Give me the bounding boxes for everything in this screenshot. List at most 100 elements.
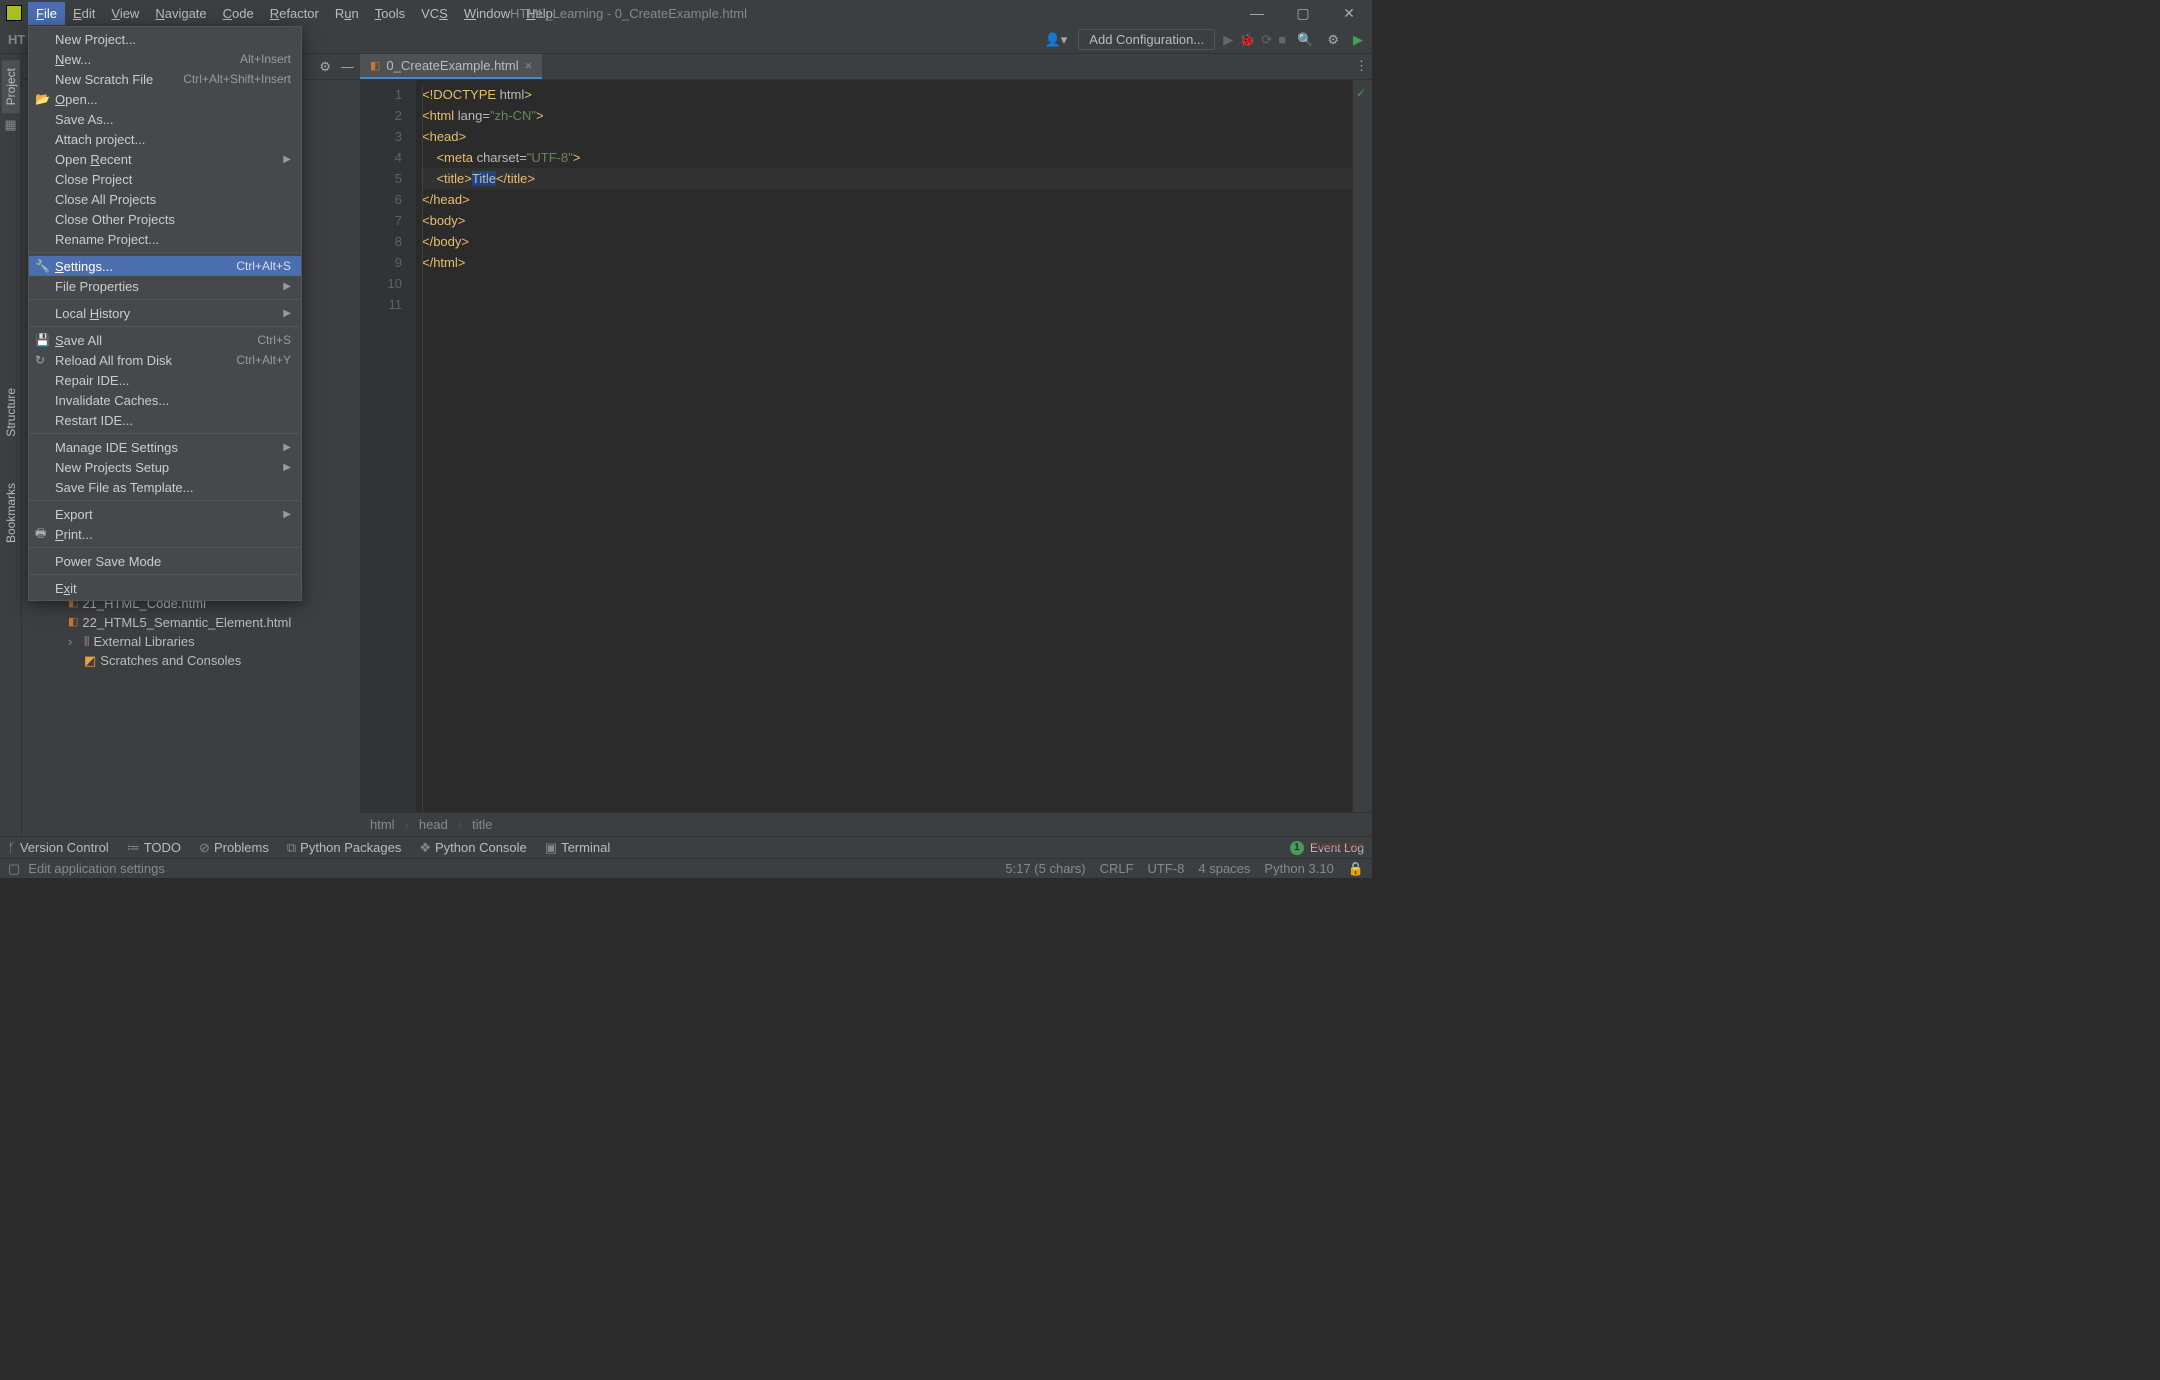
file-menu-file-properties[interactable]: File Properties▶ — [29, 276, 301, 296]
status-tool-window-icon[interactable]: ▢ — [8, 861, 20, 877]
editor-more-icon[interactable]: ⋮ — [1355, 58, 1368, 74]
tab-close-icon[interactable]: × — [525, 58, 533, 73]
menu-navigate[interactable]: Navigate — [147, 2, 214, 25]
editor-tab[interactable]: ◧ 0_CreateExample.html × — [360, 54, 542, 79]
problems-tool-tab[interactable]: ⊘Problems — [199, 840, 269, 856]
project-tree: ◧21_HTML_Code.html ◧22_HTML5_Semantic_El… — [68, 594, 291, 670]
project-settings-icon[interactable]: ⚙ — [319, 59, 331, 75]
file-menu-save-all[interactable]: 💾Save AllCtrl+S — [29, 330, 301, 350]
code-with-me-icon[interactable]: ▶ — [1350, 32, 1366, 48]
menu-tools[interactable]: Tools — [367, 2, 413, 25]
chevron-right-icon: ▶ — [283, 308, 291, 319]
menu-file[interactable]: File — [28, 2, 65, 25]
editor-tab-bar: ◧ 0_CreateExample.html × — [360, 54, 1372, 80]
python-console-tool-tab[interactable]: ❖Python Console — [419, 840, 526, 856]
file-menu-save-as[interactable]: Save As... — [29, 109, 301, 129]
file-menu-export[interactable]: Export▶ — [29, 504, 301, 524]
coverage-button[interactable]: ⟳ — [1261, 32, 1272, 48]
menu-view[interactable]: View — [103, 2, 147, 25]
bottom-tool-bar: ᚶVersion Control ≔TODO ⊘Problems ⧉Python… — [0, 836, 1372, 858]
analysis-ok-icon[interactable]: ✓ — [1356, 86, 1366, 100]
file-menu-exit[interactable]: Exit — [29, 578, 301, 598]
file-menu-local-history[interactable]: Local History▶ — [29, 303, 301, 323]
menu-run[interactable]: Run — [327, 2, 367, 25]
chevron-right-icon: ▶ — [283, 462, 291, 473]
file-menu-dropdown: New Project...New...Alt+InsertNew Scratc… — [28, 26, 302, 601]
file-menu-close-other-projects[interactable]: Close Other Projects — [29, 209, 301, 229]
crumb[interactable]: title — [472, 817, 492, 832]
settings-icon[interactable]: ⚙ — [1324, 32, 1342, 48]
indent-setting[interactable]: 4 spaces — [1198, 861, 1250, 877]
close-button[interactable]: ✕ — [1326, 5, 1372, 22]
chevron-right-icon: ▶ — [283, 154, 291, 165]
maximize-button[interactable]: ▢ — [1280, 5, 1326, 22]
minimize-button[interactable]: — — [1234, 5, 1280, 22]
project-collapse-icon[interactable]: — — [341, 59, 354, 74]
print-icon: 🖶 — [35, 524, 46, 545]
menu-code[interactable]: Code — [215, 2, 262, 25]
bookmarks-tool-tab[interactable]: Bookmarks — [2, 475, 20, 551]
lock-icon[interactable]: 🔒 — [1348, 861, 1364, 877]
add-configuration-button[interactable]: Add Configuration... — [1078, 29, 1215, 50]
file-menu-reload-all-from-disk[interactable]: ↻Reload All from DiskCtrl+Alt+Y — [29, 350, 301, 370]
run-button[interactable]: ▶ — [1223, 32, 1233, 48]
folder-icon: 📂 — [35, 92, 50, 106]
todo-tool-tab[interactable]: ≔TODO — [127, 840, 181, 856]
user-icon[interactable]: 👤▾ — [1042, 32, 1071, 48]
vcs-tool-tab[interactable]: ᚶVersion Control — [8, 840, 109, 855]
file-menu-open[interactable]: 📂Open... — [29, 89, 301, 109]
caret-position[interactable]: 5:17 (5 chars) — [1005, 861, 1085, 877]
file-menu-save-file-as-template[interactable]: Save File as Template... — [29, 477, 301, 497]
menu-window[interactable]: Window — [456, 2, 518, 25]
file-menu-repair-ide[interactable]: Repair IDE... — [29, 370, 301, 390]
file-menu-attach-project[interactable]: Attach project... — [29, 129, 301, 149]
file-menu-new[interactable]: New...Alt+Insert — [29, 49, 301, 69]
file-menu-new-scratch-file[interactable]: New Scratch FileCtrl+Alt+Shift+Insert — [29, 69, 301, 89]
tree-file[interactable]: ◧22_HTML5_Semantic_Element.html — [68, 613, 291, 632]
file-menu-new-projects-setup[interactable]: New Projects Setup▶ — [29, 457, 301, 477]
menu-vcs[interactable]: VCS — [413, 2, 456, 25]
file-menu-invalidate-caches[interactable]: Invalidate Caches... — [29, 390, 301, 410]
file-menu-rename-project[interactable]: Rename Project... — [29, 229, 301, 249]
status-bar: ▢ Edit application settings 5:17 (5 char… — [0, 858, 1372, 878]
tree-external-libraries[interactable]: ›⫴External Libraries — [68, 632, 291, 651]
python-packages-tool-tab[interactable]: ⧉Python Packages — [287, 840, 401, 856]
app-icon — [6, 5, 22, 21]
file-menu-close-project[interactable]: Close Project — [29, 169, 301, 189]
line-separator[interactable]: CRLF — [1100, 861, 1134, 877]
interpreter[interactable]: Python 3.10 — [1264, 861, 1333, 877]
menu-refactor[interactable]: Refactor — [262, 2, 327, 25]
file-menu-settings[interactable]: 🔧Settings...Ctrl+Alt+S — [29, 256, 301, 276]
file-menu-manage-ide-settings[interactable]: Manage IDE Settings▶ — [29, 437, 301, 457]
tab-label: 0_CreateExample.html — [386, 58, 518, 73]
file-encoding[interactable]: UTF-8 — [1148, 861, 1185, 877]
project-tool-tab[interactable]: Project — [2, 60, 20, 113]
file-menu-new-project[interactable]: New Project... — [29, 29, 301, 49]
code-editor[interactable]: <!DOCTYPE html> <html lang="zh-CN"> <hea… — [416, 80, 1352, 812]
menu-bar: File Edit View Navigate Code Refactor Ru… — [28, 2, 561, 25]
chevron-right-icon: ▶ — [283, 509, 291, 520]
terminal-tool-tab[interactable]: ▣Terminal — [545, 840, 610, 856]
file-menu-print[interactable]: 🖶Print... — [29, 524, 301, 544]
notification-badge: 1 — [1290, 841, 1304, 855]
crumb[interactable]: html — [370, 817, 395, 832]
chevron-right-icon: ▶ — [283, 281, 291, 292]
crumb[interactable]: head — [419, 817, 448, 832]
file-menu-close-all-projects[interactable]: Close All Projects — [29, 189, 301, 209]
tree-scratches[interactable]: ◩Scratches and Consoles — [68, 651, 291, 670]
menu-edit[interactable]: Edit — [65, 2, 103, 25]
debug-button[interactable]: 🐞 — [1239, 32, 1255, 48]
status-hint: Edit application settings — [28, 861, 165, 876]
nav-breadcrumb-root[interactable]: HT — [8, 32, 25, 47]
chevron-right-icon: ▶ — [283, 442, 291, 453]
editor-breadcrumb: html› head› title — [360, 812, 1372, 836]
editor-area: ◧ 0_CreateExample.html × ⋮ 1234567891011… — [360, 54, 1372, 836]
title-bar: File Edit View Navigate Code Refactor Ru… — [0, 0, 1372, 26]
structure-tool-tab[interactable]: Structure — [2, 380, 20, 445]
file-menu-power-save-mode[interactable]: Power Save Mode — [29, 551, 301, 571]
search-icon[interactable]: 🔍 — [1294, 32, 1316, 48]
file-menu-restart-ide[interactable]: Restart IDE... — [29, 410, 301, 430]
file-menu-open-recent[interactable]: Open Recent▶ — [29, 149, 301, 169]
window-controls: — ▢ ✕ — [1234, 5, 1372, 22]
stop-button[interactable]: ■ — [1278, 32, 1286, 48]
